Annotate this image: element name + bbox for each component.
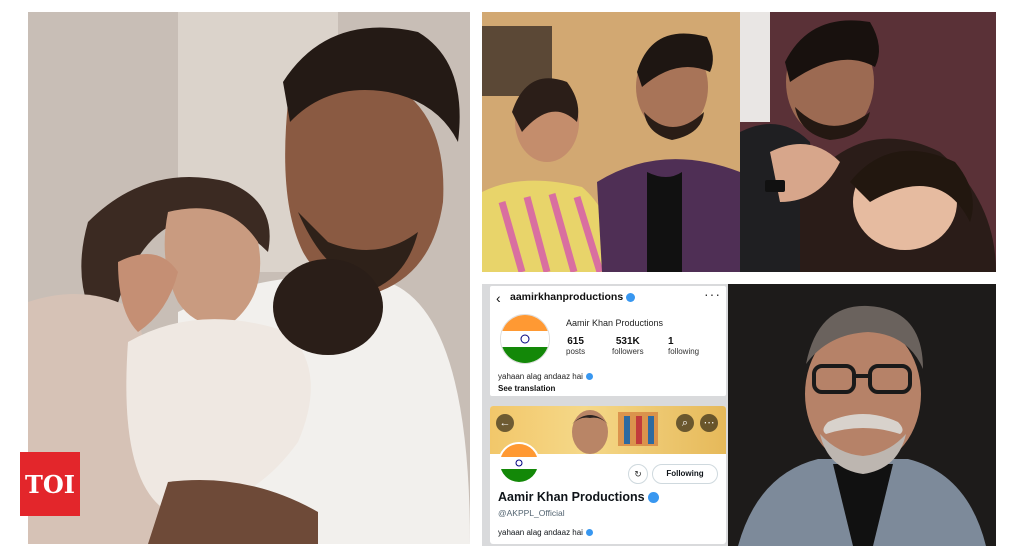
twitter-bio: yahaan alag andaaz hai <box>498 528 593 537</box>
back-arrow-icon[interactable]: ← <box>496 414 514 432</box>
india-flag-icon <box>500 314 550 364</box>
see-translation-link[interactable]: See translation <box>498 384 555 393</box>
verified-badge-icon <box>647 492 659 504</box>
man-portrait-photo <box>728 284 996 546</box>
couple-selfie-illustration <box>740 12 996 272</box>
instagram-handle: aamirkhanproductions <box>510 291 636 303</box>
twitter-handle: @AKPPL_Official <box>498 508 565 518</box>
verified-badge-icon <box>585 373 593 381</box>
couple-party-photo <box>482 12 740 272</box>
twitter-profile-card: ← ⌕ ⋯ ↻ Following Aamir Khan Productions… <box>490 406 726 544</box>
notification-icon[interactable]: ↻ <box>628 464 648 484</box>
more-options-icon[interactable]: ··· <box>704 286 721 302</box>
couple-newborn-photo <box>28 12 470 544</box>
india-flag-icon <box>498 442 540 484</box>
verified-badge-icon <box>585 529 593 537</box>
toi-logo: TOI <box>20 452 80 516</box>
verified-badge-icon <box>626 292 636 302</box>
more-options-icon[interactable]: ⋯ <box>700 414 718 432</box>
man-portrait-illustration <box>728 284 996 546</box>
couple-newborn-illustration <box>28 12 470 544</box>
search-icon[interactable]: ⌕ <box>676 414 694 432</box>
couple-party-illustration <box>482 12 740 272</box>
following-button[interactable]: Following <box>652 464 718 484</box>
following-stat[interactable]: 1 following <box>668 336 699 356</box>
instagram-profile-card: ‹ aamirkhanproductions ··· Aamir Khan Pr… <box>490 286 726 396</box>
posts-stat[interactable]: 615 posts <box>566 336 585 356</box>
followers-stat[interactable]: 531K followers <box>612 336 644 356</box>
instagram-display-name: Aamir Khan Productions <box>566 318 664 328</box>
couple-selfie-photo <box>740 12 996 272</box>
back-arrow-icon[interactable]: ‹ <box>496 290 501 306</box>
instagram-bio: yahaan alag andaaz hai <box>498 372 593 381</box>
twitter-display-name: Aamir Khan Productions <box>498 490 659 504</box>
